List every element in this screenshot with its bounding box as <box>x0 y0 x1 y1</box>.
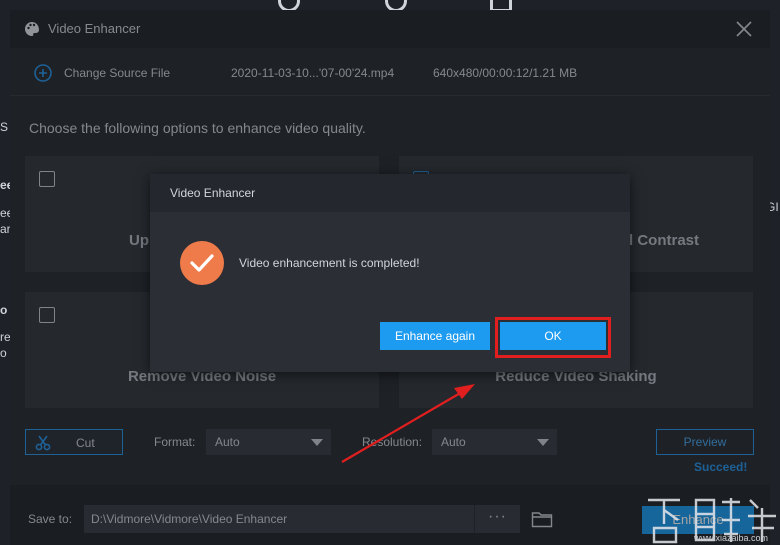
enhance-again-button[interactable]: Enhance again <box>380 322 490 350</box>
background-left-text: S ee ee ar o rea o <box>0 120 17 380</box>
bg-text: S <box>0 120 9 134</box>
success-check-icon <box>180 241 224 285</box>
dialog-message: Video enhancement is completed! <box>239 256 420 270</box>
dialog-title: Video Enhancer <box>170 186 256 200</box>
ok-highlight-box <box>495 317 611 358</box>
dialog-title-bar: Video Enhancer <box>150 174 630 212</box>
watermark-url: www.xiazaiba.com <box>694 533 769 543</box>
bg-text: o <box>0 346 7 360</box>
bg-text: o <box>0 303 8 317</box>
